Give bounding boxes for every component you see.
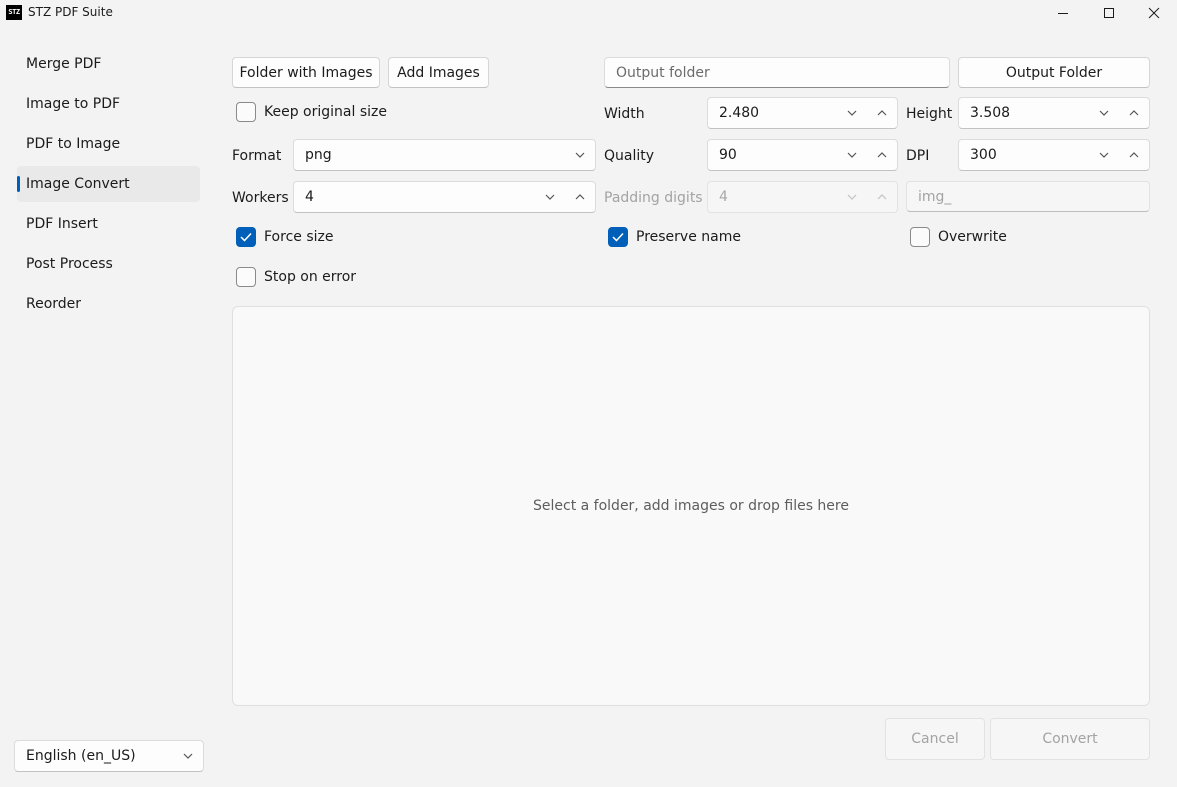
chevron-down-icon	[173, 741, 203, 771]
sidebar-item-image-to-pdf[interactable]: Image to PDF	[17, 86, 200, 122]
decrement-icon[interactable]	[837, 98, 867, 128]
width-label: Width	[604, 106, 645, 122]
increment-icon[interactable]	[867, 98, 897, 128]
decrement-icon[interactable]	[1089, 140, 1119, 170]
keep-original-size-label: Keep original size	[264, 104, 387, 120]
increment-icon[interactable]	[1119, 140, 1149, 170]
decrement-icon[interactable]	[837, 140, 867, 170]
checkmark-icon	[240, 232, 252, 242]
folder-with-images-button[interactable]: Folder with Images	[232, 57, 380, 88]
padding-digits-label: Padding digits	[604, 190, 703, 206]
workers-spinbox[interactable]: 4	[293, 181, 596, 213]
format-value: png	[305, 147, 332, 163]
maximize-icon	[1104, 7, 1114, 18]
drop-zone-hint: Select a folder, add images or drop file…	[533, 498, 849, 514]
decrement-icon[interactable]	[535, 182, 565, 212]
convert-button[interactable]: Convert	[990, 718, 1150, 760]
cancel-button[interactable]: Cancel	[885, 718, 985, 760]
sidebar-item-merge-pdf[interactable]: Merge PDF	[17, 46, 200, 82]
increment-icon[interactable]	[1119, 98, 1149, 128]
format-select[interactable]: png	[293, 139, 596, 171]
file-drop-zone[interactable]: Select a folder, add images or drop file…	[232, 306, 1150, 706]
width-value: 2.480	[719, 105, 760, 121]
padding-digits-value: 4	[719, 189, 728, 205]
sidebar-item-pdf-to-image[interactable]: PDF to Image	[17, 126, 200, 162]
padding-digits-spinbox[interactable]: 4	[707, 181, 898, 213]
quality-spinbox[interactable]: 90	[707, 139, 898, 171]
height-value: 3.508	[970, 105, 1011, 121]
add-images-button[interactable]: Add Images	[388, 57, 489, 88]
height-label: Height	[906, 106, 953, 122]
force-size-label: Force size	[264, 229, 334, 245]
height-spinbox[interactable]: 3.508	[958, 97, 1150, 129]
workers-value: 4	[305, 189, 314, 205]
increment-icon	[867, 182, 897, 212]
preserve-name-checkbox[interactable]	[608, 227, 628, 247]
keep-original-size-checkbox[interactable]	[236, 102, 256, 122]
sidebar-item-reorder[interactable]: Reorder	[17, 286, 200, 322]
close-button[interactable]	[1131, 0, 1177, 25]
decrement-icon	[837, 182, 867, 212]
maximize-button[interactable]	[1086, 0, 1132, 25]
minimize-button[interactable]	[1040, 0, 1086, 25]
force-size-checkbox[interactable]	[236, 227, 256, 247]
width-spinbox[interactable]: 2.480	[707, 97, 898, 129]
sidebar-item-post-process[interactable]: Post Process	[17, 246, 200, 282]
chevron-down-icon	[565, 140, 595, 170]
stop-on-error-label: Stop on error	[264, 269, 357, 285]
output-folder-input[interactable]: Output folder	[604, 57, 950, 88]
increment-icon[interactable]	[565, 182, 595, 212]
sidebar-item-image-convert[interactable]: Image Convert	[17, 166, 200, 202]
dpi-label: DPI	[906, 148, 930, 164]
overwrite-checkbox[interactable]	[910, 227, 930, 247]
workers-label: Workers	[232, 190, 289, 206]
app-logo: STZ	[6, 5, 22, 20]
language-value: English (en_US)	[26, 748, 136, 764]
decrement-icon[interactable]	[1089, 98, 1119, 128]
window-title: STZ PDF Suite	[28, 5, 113, 19]
output-folder-button[interactable]: Output Folder	[958, 57, 1150, 88]
format-label: Format	[232, 148, 282, 164]
minimize-icon	[1058, 12, 1068, 14]
active-nav-indicator	[17, 176, 20, 192]
stop-on-error-checkbox[interactable]	[236, 267, 256, 287]
preserve-name-label: Preserve name	[636, 229, 741, 245]
language-select[interactable]: English (en_US)	[14, 740, 204, 772]
overwrite-label: Overwrite	[938, 229, 1007, 245]
sidebar-item-pdf-insert[interactable]: PDF Insert	[17, 206, 200, 242]
dpi-spinbox[interactable]: 300	[958, 139, 1150, 171]
prefix-input[interactable]: img_	[906, 181, 1150, 212]
close-icon	[1148, 7, 1160, 18]
checkmark-icon	[612, 232, 624, 242]
quality-label: Quality	[604, 148, 655, 164]
dpi-value: 300	[970, 147, 997, 163]
increment-icon[interactable]	[867, 140, 897, 170]
quality-value: 90	[719, 147, 737, 163]
